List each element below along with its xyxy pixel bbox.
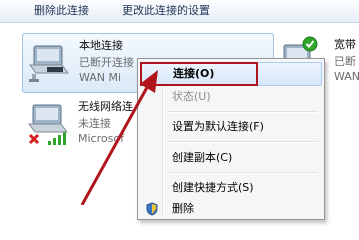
annotation-arrow-shaft	[80, 81, 152, 205]
annotation-arrow-head	[140, 70, 158, 93]
annotation-arrow	[80, 70, 158, 205]
